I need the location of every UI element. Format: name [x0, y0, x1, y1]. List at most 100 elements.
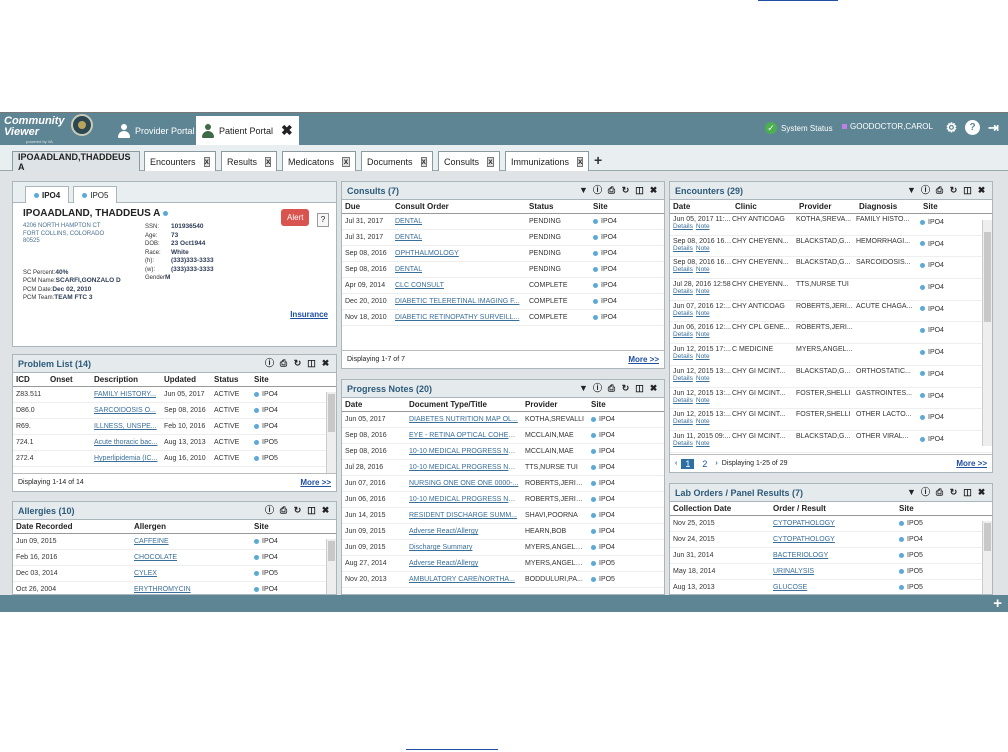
table-row[interactable]: Jun 12, 2015 17:... Details Note C MEDICINE…	[670, 344, 992, 366]
close-icon[interactable]: ✖	[320, 505, 331, 516]
table-row[interactable]: Jun 09, 2015 CAFFEINE IPO4	[13, 533, 336, 550]
tab-documents[interactable]: Documents x	[361, 151, 433, 171]
table-row[interactable]: Sep 08, 2016 16:... Details Note CHY CHEYEN…	[670, 257, 992, 280]
close-icon[interactable]: ✖	[648, 383, 659, 394]
page-2[interactable]: 2	[698, 459, 711, 469]
table-row[interactable]: Sep 08, 2016 10-10 MEDICAL PROGRESS NO...…	[342, 443, 664, 460]
info-icon[interactable]: ⓘ	[920, 487, 931, 498]
page-1[interactable]: 1	[681, 458, 695, 469]
note-link[interactable]: Note	[696, 310, 710, 317]
table-row[interactable]: Nov 20, 2013 AMBULATORY CARE/NORTHA... BOD…	[342, 571, 664, 588]
table-row[interactable]: Sep 08, 2016 OPHTHALMOLOGY PENDING IPO4	[342, 245, 664, 262]
refresh-icon[interactable]: ↻	[292, 358, 303, 369]
scroll-thumb[interactable]	[984, 232, 991, 322]
tab-encounters[interactable]: Encounters x	[144, 151, 216, 171]
table-row[interactable]: Jun 11, 2015 09:... Details Note CHY GI MCI…	[670, 431, 992, 453]
scrollbar[interactable]	[326, 539, 336, 594]
refresh-icon[interactable]: ↻	[620, 185, 631, 196]
add-widget-icon[interactable]: +	[993, 595, 1002, 612]
tab-patient-overview[interactable]: IPOAADLAND,THADDEUS A	[12, 151, 140, 172]
filter-icon[interactable]: ▼	[906, 185, 917, 196]
scroll-thumb[interactable]	[328, 541, 335, 561]
patient-portal-tab[interactable]: Patient Portal ✖	[196, 116, 299, 145]
table-row[interactable]: Jun 06, 2016 12:... Details Note CHY CPL GE…	[670, 322, 992, 345]
note-link[interactable]: Note	[696, 418, 710, 425]
table-row[interactable]: R69. ILLNESS, UNSPE... Feb 10, 2016 ACTIVE I…	[13, 418, 336, 435]
table-row[interactable]: Jun 09, 2015 Adverse React/Allergy HEARN,B…	[342, 523, 664, 540]
refresh-icon[interactable]: ↻	[292, 505, 303, 516]
scroll-thumb[interactable]	[328, 394, 335, 432]
tab-medications[interactable]: Medicatons x	[282, 151, 356, 171]
provider-portal-tab[interactable]: Provider Portal	[112, 116, 201, 145]
details-link[interactable]: Details	[673, 418, 693, 425]
table-row[interactable]: Jun 07, 2016 12:... Details Note CHY ANTICO…	[670, 301, 992, 323]
print-icon[interactable]: ⎙	[606, 383, 617, 394]
details-link[interactable]: Details	[673, 375, 693, 382]
table-row[interactable]: Jun 12, 2015 13:... Details Note CHY GI MCI…	[670, 409, 992, 431]
table-row[interactable]: Apr 09, 2014 CLC CONSULT COMPLETE IPO4	[342, 277, 664, 294]
details-link[interactable]: Details	[673, 331, 693, 338]
chevron-left-icon[interactable]: ‹	[675, 460, 677, 467]
table-row[interactable]: Jul 31, 2017 DENTAL PENDING IPO4	[342, 213, 664, 230]
details-link[interactable]: Details	[673, 310, 693, 317]
tab-results[interactable]: Results x	[221, 151, 277, 171]
close-icon[interactable]: x	[420, 156, 427, 167]
close-icon[interactable]: x	[577, 156, 584, 167]
scrollbar[interactable]	[982, 220, 992, 446]
details-link[interactable]: Details	[673, 266, 693, 273]
info-icon[interactable]: ⓘ	[592, 185, 603, 196]
help-icon[interactable]: ?	[965, 120, 980, 135]
details-link[interactable]: Details	[673, 288, 693, 295]
details-link[interactable]: Details	[673, 245, 693, 252]
close-icon[interactable]: ✖	[320, 358, 331, 369]
note-link[interactable]: Note	[696, 397, 710, 404]
columns-icon[interactable]: ◫	[962, 185, 973, 196]
note-link[interactable]: Note	[696, 223, 710, 230]
note-link[interactable]: Note	[696, 288, 710, 295]
table-row[interactable]: Jul 28, 2016 12:58 Details Note CHY CHEYENN…	[670, 279, 992, 301]
table-row[interactable]: May 18, 2014 URINALYSIS IPO5	[670, 563, 992, 580]
table-row[interactable]: Oct 26, 2004 ERYTHROMYCIN IPO4	[13, 581, 336, 594]
table-row[interactable]: Jun 05, 2017 DIABETES NUTRITION MAP OL...…	[342, 411, 664, 428]
more-link[interactable]: More >>	[628, 355, 659, 364]
chevron-right-icon[interactable]: ›	[715, 460, 717, 467]
table-row[interactable]: Jun 05, 2017 11:... Details Note CHY ANTICO…	[670, 214, 992, 236]
close-icon[interactable]: ✖	[976, 185, 987, 196]
table-row[interactable]: Aug 13, 2013 GLUCOSE IPO5	[670, 579, 992, 594]
table-row[interactable]: Aug 27, 2014 Adverse React/Allergy MYERS,A…	[342, 555, 664, 572]
more-link[interactable]: More >>	[300, 478, 331, 487]
columns-icon[interactable]: ◫	[634, 185, 645, 196]
table-row[interactable]: Jun 09, 2015 Discharge Summary MYERS,ANGEL…	[342, 539, 664, 556]
table-row[interactable]: Sep 08, 2016 16:... Details Note CHY CHEYEN…	[670, 236, 992, 258]
table-row[interactable]: Jun 12, 2015 13:... Details Note CHY GI MCI…	[670, 366, 992, 388]
note-link[interactable]: Note	[696, 375, 710, 382]
columns-icon[interactable]: ◫	[306, 358, 317, 369]
table-row[interactable]: Sep 08, 2016 EYE - RETINA OPTICAL COHER..…	[342, 427, 664, 444]
print-icon[interactable]: ⎙	[278, 358, 289, 369]
table-row[interactable]: D86.0 SARCOIDOSIS O... Sep 08, 2016 ACTIVE I…	[13, 402, 336, 419]
table-row[interactable]: Sep 08, 2016 DENTAL PENDING IPO4	[342, 261, 664, 278]
gear-icon[interactable]: ⚙	[944, 120, 959, 135]
alert-button[interactable]: Alert	[281, 209, 310, 226]
refresh-icon[interactable]: ↻	[620, 383, 631, 394]
table-row[interactable]: 272.4 Hyperlipidemia (IC... Aug 16, 2010 AC…	[13, 450, 336, 467]
tab-immunizations[interactable]: Immunizations x	[505, 151, 589, 171]
table-row[interactable]: Jun 07, 2016 NURSING ONE ONE ONE 0000-...…	[342, 475, 664, 492]
info-icon[interactable]: ⓘ	[264, 505, 275, 516]
close-icon[interactable]: x	[342, 156, 350, 167]
filter-icon[interactable]: ▼	[578, 383, 589, 394]
print-icon[interactable]: ⎙	[278, 505, 289, 516]
details-link[interactable]: Details	[673, 397, 693, 404]
columns-icon[interactable]: ◫	[306, 505, 317, 516]
insurance-link[interactable]: Insurance	[290, 310, 328, 319]
site-tab-ipo4[interactable]: IPO4	[25, 186, 70, 203]
print-icon[interactable]: ⎙	[934, 185, 945, 196]
info-icon[interactable]: ⓘ	[264, 358, 275, 369]
table-row[interactable]: Jun 31, 2014 BACTERIOLOGY IPO5	[670, 547, 992, 564]
columns-icon[interactable]: ◫	[962, 487, 973, 498]
table-row[interactable]: Jul 31, 2017 DENTAL PENDING IPO4	[342, 229, 664, 246]
details-link[interactable]: Details	[673, 223, 693, 230]
note-link[interactable]: Note	[696, 331, 710, 338]
table-row[interactable]: Jun 12, 2015 13:... Details Note CHY GI MCI…	[670, 388, 992, 410]
table-row[interactable]: Feb 16, 2016 CHOCOLATE IPO4	[13, 549, 336, 566]
